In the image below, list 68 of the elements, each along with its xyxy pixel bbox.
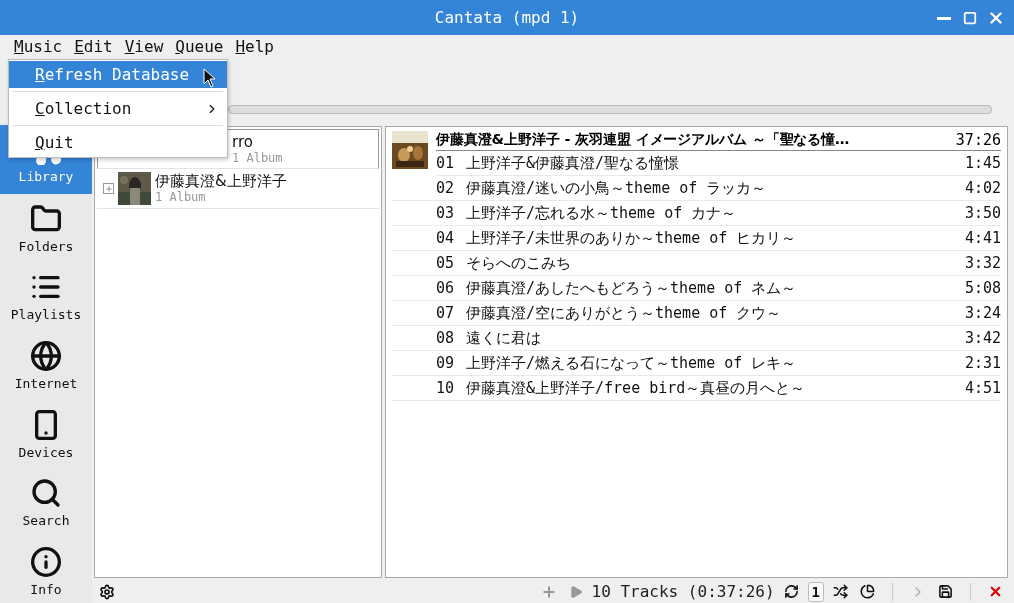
queue-summary: 10 Tracks (0:37:26) [591,582,775,602]
shuffle-icon [833,584,848,600]
album-duration: 37:26 [955,130,1001,149]
album-count: 1 Album [232,150,283,165]
close-icon [987,9,1005,27]
track-duration: 1:45 [964,154,1001,172]
track-number: 08 [436,329,456,347]
track-number: 02 [436,179,456,197]
sidebar-item[interactable]: Devices [0,399,92,469]
sidebar-item[interactable]: Folders [0,193,92,263]
track-duration: 3:32 [964,254,1001,272]
menu-title[interactable]: Music [8,35,69,58]
maximize-icon [963,11,977,25]
sidebar-item[interactable]: Info [0,537,92,603]
expand-icon[interactable] [103,183,114,194]
artist-name: rro [232,133,254,151]
track-duration: 5:08 [964,279,1001,297]
repeat-icon [783,584,799,600]
track-title: 上野洋子/忘れる水～theme of カナ～ [466,203,738,223]
track-duration: 4:51 [964,379,1001,397]
track-title: そらへのこみち [466,253,572,273]
track-title: 伊藤真澄/あしたへもどろう～theme of ネム～ [466,278,798,298]
globe-icon [30,339,62,372]
track-title: 伊藤真澄&上野洋子/free bird～真昼の月へと～ [466,378,807,398]
play-icon [568,584,583,599]
track-title: 上野洋子/燃える石になって～theme of レキ～ [466,353,798,373]
info-icon [30,545,62,578]
artist-name: 伊藤真澄&上野洋子 [155,173,287,190]
track-number: 10 [436,379,456,397]
search-icon [30,477,62,510]
cursor-icon [203,68,217,88]
sidebar-item[interactable]: Search [0,468,92,538]
track-duration: 3:42 [964,329,1001,347]
track-duration: 2:31 [964,354,1001,372]
track-title: 伊藤真澄/迷いの小鳥～theme of ラッカ～ [466,178,768,198]
minimize-icon [937,16,951,20]
track-number: 05 [436,254,456,272]
track-number: 07 [436,304,456,322]
menu-item[interactable]: Refresh Database [9,61,227,88]
track-title: 伊藤真澄/空にありがとう～theme of クウ～ [466,303,783,323]
window-title: Cantata (mpd 1) [434,8,580,27]
track-number: 04 [436,229,456,247]
track-duration: 4:02 [964,179,1001,197]
menu-title[interactable]: Edit [68,35,119,58]
track-title: 上野洋子/未世界のありか～theme of ヒカリ～ [466,228,798,248]
track-number: 09 [436,354,456,372]
sidebar-item[interactable]: Playlists [0,262,92,332]
artist-row[interactable]: 伊藤真澄&上野洋子 1 Album [97,169,379,209]
track-number: 01 [436,154,456,172]
track-duration: 3:24 [964,304,1001,322]
gear-icon [99,583,115,600]
pie-icon [860,584,875,600]
track-number: 03 [436,204,456,222]
track-duration: 4:41 [964,229,1001,247]
plus-icon [540,583,557,600]
track-number: 06 [436,279,456,297]
track-duration: 3:50 [964,204,1001,222]
menu-item[interactable]: Collection [9,95,227,122]
sidebar-item[interactable]: Internet [0,331,92,400]
menu-title[interactable]: Help [229,35,280,58]
menu-title[interactable]: Queue [169,35,230,58]
track-title: 遠くに君は [466,328,542,348]
track-title: 上野洋子&伊藤真澄/聖なる憧憬 [466,153,681,173]
album-header: 伊藤真澄&上野洋子 - 灰羽連盟 イメージアルバム ～「聖なる憧… [436,130,850,149]
single-button[interactable]: 1 [807,581,824,602]
album-count: 1 Album [155,190,207,204]
menu-title[interactable]: View [118,35,170,58]
save-icon [938,584,953,600]
